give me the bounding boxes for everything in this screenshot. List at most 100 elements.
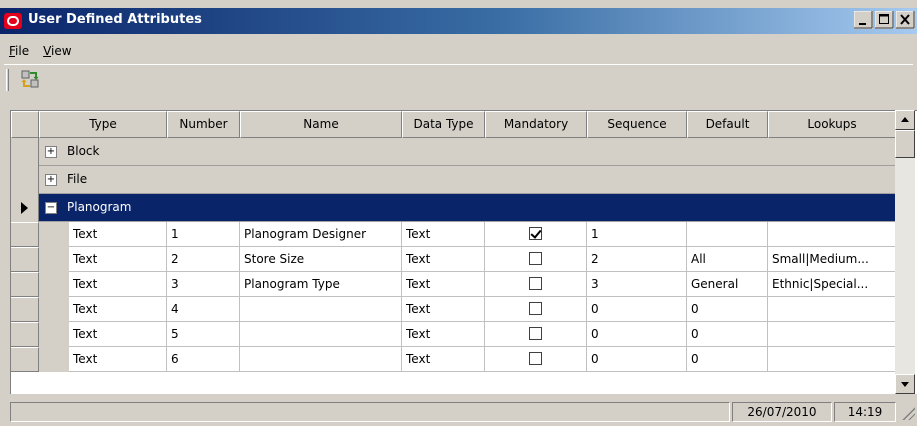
cell-name[interactable] [240,347,402,372]
cell-default[interactable] [687,222,768,247]
table-row[interactable]: Text 3 Planogram Type Text 3 General Ethnic|Sp… [11,272,896,297]
cell-type[interactable]: Text [69,222,167,247]
column-header-default[interactable]: Default [687,111,768,138]
cell-default[interactable]: 0 [687,347,768,372]
cell-default[interactable]: 0 [687,297,768,322]
mandatory-checkbox[interactable] [529,327,542,340]
title-bar[interactable]: User Defined Attributes [0,8,917,34]
cell-name[interactable]: Store Size [240,247,402,272]
mandatory-checkbox[interactable] [529,277,542,290]
close-button[interactable] [896,11,915,29]
cell-sequence[interactable]: 1 [587,222,687,247]
cell-number[interactable]: 6 [167,347,240,372]
column-header-data-type[interactable]: Data Type [402,111,485,138]
cell-name[interactable] [240,297,402,322]
table-row[interactable]: Text 5 Text 0 0 [11,322,896,347]
oracle-logo-icon [4,13,22,29]
group-row-block[interactable]: + Block [11,138,896,166]
mandatory-checkbox[interactable] [529,352,542,365]
row-header[interactable] [11,347,39,372]
row-header[interactable] [11,322,39,347]
cell-lookups[interactable] [768,347,896,372]
table-row[interactable]: Text 1 Planogram Designer Text 1 [11,222,896,247]
cell-name[interactable] [240,322,402,347]
cell-data-type[interactable]: Text [402,347,485,372]
group-row-planogram[interactable]: − Planogram [11,194,896,222]
table-row[interactable]: Text 6 Text 0 0 [11,347,896,372]
cell-number[interactable]: 2 [167,247,240,272]
cell-mandatory [485,297,587,322]
refresh-button[interactable] [20,69,42,91]
cell-number[interactable]: 4 [167,297,240,322]
cell-type[interactable]: Text [69,297,167,322]
mandatory-checkbox[interactable] [529,227,542,240]
cell-sequence[interactable]: 0 [587,322,687,347]
row-header[interactable] [11,166,39,194]
expand-icon[interactable]: + [45,146,57,158]
collapse-icon[interactable]: − [45,202,57,214]
mandatory-checkbox[interactable] [529,302,542,315]
cell-default[interactable]: 0 [687,322,768,347]
cell-sequence[interactable]: 3 [587,272,687,297]
cell-type[interactable]: Text [69,347,167,372]
cell-number[interactable]: 1 [167,222,240,247]
cell-data-type[interactable]: Text [402,272,485,297]
column-header-lookups[interactable]: Lookups [768,111,896,138]
scroll-thumb[interactable] [895,130,915,158]
cell-lookups[interactable]: Small|Medium... [768,247,896,272]
cell-lookups[interactable] [768,222,896,247]
cell-default[interactable]: General [687,272,768,297]
arrow-down-icon [901,382,909,387]
toolbar-grip[interactable] [6,69,9,91]
group-row-file[interactable]: + File [11,166,896,194]
column-header-name[interactable]: Name [240,111,402,138]
menu-file[interactable]: File [4,44,34,58]
column-header-mandatory[interactable]: Mandatory [485,111,587,138]
table-row[interactable]: Text 2 Store Size Text 2 All Small|Medium... [11,247,896,272]
cell-data-type[interactable]: Text [402,322,485,347]
column-header-type[interactable]: Type [39,111,167,138]
row-indent [39,272,69,297]
cell-sequence[interactable]: 0 [587,297,687,322]
cell-data-type[interactable]: Text [402,247,485,272]
cell-lookups[interactable] [768,297,896,322]
cell-data-type[interactable]: Text [402,222,485,247]
row-header[interactable] [11,194,39,222]
minimize-button[interactable] [854,11,873,29]
cell-lookups[interactable]: Ethnic|Special... [768,272,896,297]
menu-view[interactable]: View [38,44,76,58]
mandatory-checkbox[interactable] [529,252,542,265]
column-header-sequence[interactable]: Sequence [587,111,687,138]
attributes-grid: Type Number Name Data Type Mandatory Seq… [10,110,917,394]
cell-type[interactable]: Text [69,272,167,297]
cell-sequence[interactable]: 0 [587,347,687,372]
status-message [10,402,730,422]
row-header[interactable] [11,247,39,272]
status-date: 26/07/2010 [732,402,832,422]
cell-number[interactable]: 5 [167,322,240,347]
cell-default[interactable]: All [687,247,768,272]
row-header[interactable] [11,222,39,247]
maximize-button[interactable] [875,11,894,29]
table-row[interactable]: Text 4 Text 0 0 [11,297,896,322]
cell-name[interactable]: Planogram Type [240,272,402,297]
vertical-scrollbar[interactable] [895,110,915,394]
cell-name[interactable]: Planogram Designer [240,222,402,247]
size-grip[interactable] [901,406,915,420]
scroll-down-button[interactable] [895,374,915,394]
cell-type[interactable]: Text [69,322,167,347]
arrow-up-icon [901,117,909,122]
row-header[interactable] [11,297,39,322]
cell-lookups[interactable] [768,322,896,347]
cell-sequence[interactable]: 2 [587,247,687,272]
menu-bar: File View [0,40,917,62]
column-header-number[interactable]: Number [167,111,240,138]
scroll-up-button[interactable] [895,110,915,130]
cell-type[interactable]: Text [69,247,167,272]
expand-icon[interactable]: + [45,174,57,186]
cell-number[interactable]: 3 [167,272,240,297]
cell-data-type[interactable]: Text [402,297,485,322]
row-header[interactable] [11,272,39,297]
group-label: Block [67,144,100,158]
row-header[interactable] [11,138,39,166]
